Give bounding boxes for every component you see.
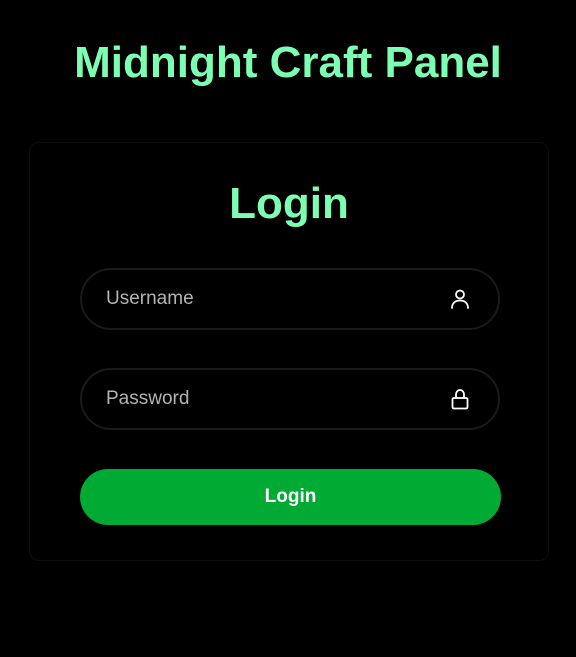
user-icon bbox=[448, 287, 472, 311]
username-field[interactable] bbox=[80, 268, 500, 330]
username-input[interactable] bbox=[106, 270, 426, 328]
login-card: Login Login bbox=[29, 142, 549, 561]
login-button[interactable]: Login bbox=[80, 469, 501, 525]
password-field[interactable] bbox=[80, 368, 500, 430]
login-title: Login bbox=[229, 179, 349, 228]
password-input[interactable] bbox=[106, 370, 426, 428]
site-title: Midnight Craft Panel bbox=[74, 38, 502, 87]
lock-icon bbox=[448, 387, 472, 411]
login-page: Midnight Craft Panel Login Login bbox=[0, 0, 576, 657]
